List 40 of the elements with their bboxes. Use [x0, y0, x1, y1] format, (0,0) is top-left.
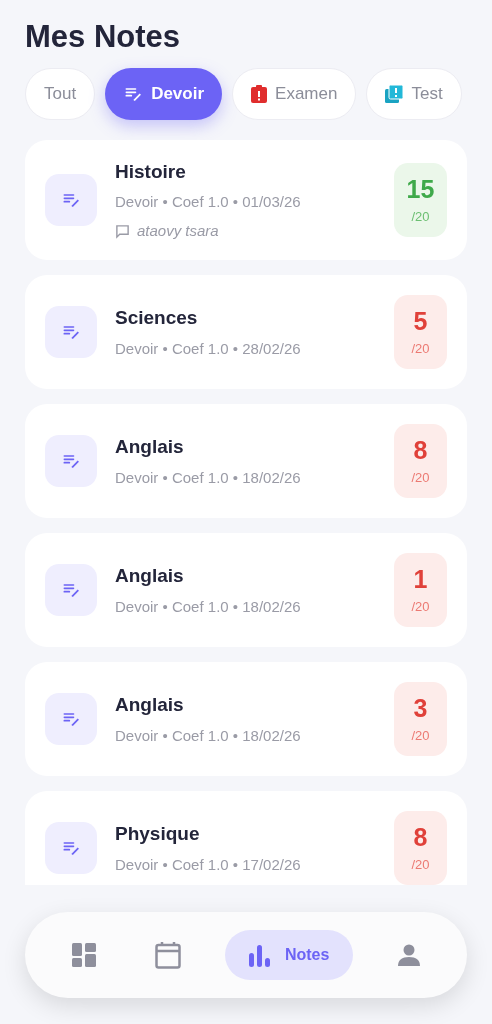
subject-name: Anglais: [115, 435, 185, 459]
score-value: 5: [413, 309, 428, 334]
calendar-icon: [154, 941, 181, 969]
grade-card[interactable]: Histoire Devoir • Coef 1.0 • 01/03/26 ataovy tsara 15 /20: [25, 140, 467, 260]
score-value: 8: [413, 825, 428, 850]
filter-tab[interactable]: Devoir: [105, 68, 223, 120]
score-max: /20: [411, 471, 430, 484]
bar-chart-icon: [248, 943, 271, 967]
score-max: /20: [411, 729, 430, 742]
grade-card[interactable]: Anglais Devoir • Coef 1.0 • 18/02/26 8 /20: [25, 404, 467, 518]
score-value: 1: [413, 567, 428, 592]
grade-card[interactable]: Sciences Devoir • Coef 1.0 • 28/02/26 5 /20: [25, 275, 467, 389]
grade-details: Devoir • Coef 1.0 • 18/02/26: [115, 467, 302, 488]
comment-text: ataovy tsara: [137, 220, 219, 241]
subject-name: Histoire: [115, 159, 187, 184]
grade-details: Devoir • Coef 1.0 • 18/02/26: [115, 725, 302, 746]
grade-card[interactable]: Anglais Devoir • Coef 1.0 • 18/02/26 3 /20: [25, 662, 467, 776]
score-max: /20: [411, 858, 430, 871]
grade-details: Devoir • Coef 1.0 • 28/02/26: [115, 338, 302, 359]
clipboard-alert-icon: [251, 85, 268, 103]
grade-card[interactable]: Physique Devoir • Coef 1.0 • 17/02/26 8 /20: [25, 791, 467, 885]
subject-name: Anglais: [115, 564, 185, 588]
score-value: 3: [413, 696, 428, 721]
score-max: /20: [411, 342, 430, 355]
subject-name: Physique: [115, 822, 201, 846]
page-title: Mes Notes: [25, 18, 181, 56]
dashboard-icon: [72, 943, 97, 967]
grade-details: Devoir • Coef 1.0 • 01/03/26: [115, 192, 302, 213]
profile-icon: [397, 944, 420, 966]
grade-details: Devoir • Coef 1.0 • 17/02/26: [115, 854, 302, 875]
subject-name: Sciences: [115, 306, 199, 330]
score-max: /20: [411, 210, 430, 223]
score-value: 8: [413, 438, 428, 463]
score-max: /20: [411, 600, 430, 613]
comment-icon: [115, 223, 130, 239]
subject-name: Anglais: [115, 693, 185, 717]
grade-card[interactable]: Anglais Devoir • Coef 1.0 • 18/02/26 1 /20: [25, 533, 467, 647]
quiz-icon: [385, 85, 404, 103]
score-value: 15: [406, 177, 435, 202]
grade-details: Devoir • Coef 1.0 • 18/02/26: [115, 596, 302, 617]
